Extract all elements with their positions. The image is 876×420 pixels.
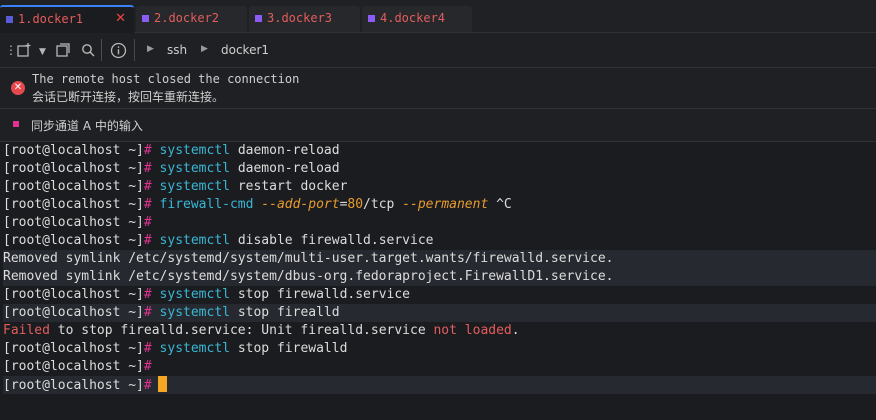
prompt-hash: # [143,179,152,194]
sync-input-bar[interactable]: 同步通道 A 中的输入 [0,109,876,142]
output-text: Removed symlink /etc/systemd/system/dbus… [3,269,614,284]
toolbar-divider [101,39,102,61]
command: systemctl [151,233,230,248]
terminal-line: [root@localhost ~]# systemctl stop firew… [3,286,876,304]
prompt-hash: # [143,197,152,212]
protocol: /tcp [363,197,403,212]
terminal-line: [root@localhost ~]# firewall-cmd --add-p… [3,196,876,214]
info-icon[interactable] [110,42,127,63]
session-square-icon [255,15,262,22]
prompt-hash: # [143,287,152,302]
prompt-hash: # [143,161,152,176]
command-args: stop firealld [230,305,340,320]
connection-notice[interactable]: ✕ The remote host closed the connection … [0,68,876,109]
session-square-icon [142,15,149,22]
command: systemctl [151,305,230,320]
terminal-line: [root@localhost ~]# [3,214,876,232]
prompt: [root@localhost ~] [3,233,144,248]
prompt: [root@localhost ~] [3,197,144,212]
search-icon[interactable] [80,42,96,62]
tab-label: 1.docker1 [18,12,84,26]
breadcrumb-ssh[interactable]: ssh [167,43,187,57]
terminal-line: [root@localhost ~]# systemctl daemon-rel… [3,160,876,178]
prompt-hash: # [143,233,152,248]
command-args: restart docker [230,179,348,194]
tab-label: 3.docker3 [267,11,333,25]
prompt: [root@localhost ~] [3,143,144,158]
command: systemctl [151,287,230,302]
prompt-hash: # [143,378,152,393]
sync-color-icon [13,121,19,127]
error-text: . [511,323,520,338]
terminal-line: [root@localhost ~]# systemctl stop firew… [3,340,876,358]
command: systemctl [151,143,230,158]
tab-docker2[interactable]: 2.docker2 [136,6,247,32]
terminal-line: Removed symlink /etc/systemd/system/dbus… [3,268,876,286]
prompt-hash: # [143,359,152,374]
close-icon[interactable]: ✕ [115,11,126,26]
error-icon: ✕ [11,81,25,95]
sync-label: 同步通道 A 中的输入 [31,119,143,133]
prompt-hash: # [143,215,152,230]
dropdown-icon[interactable]: ▼ [39,44,46,60]
terminal-output[interactable]: [root@localhost ~]# systemctl daemon-rel… [0,142,876,420]
terminal-line: [root@localhost ~]# [3,376,876,394]
error-text: to stop firealld.service: Unit firealld.… [49,323,434,338]
breadcrumb: ▶ ssh ▶ docker1 [134,39,865,61]
notice-line-2: 会话已断开连接，按回车重新连接。 [32,90,225,104]
prompt-hash: # [143,143,152,158]
command: systemctl [151,179,230,194]
prompt: [root@localhost ~] [3,341,144,356]
toolbar: ⋮ ▼ ▶ ssh ▶ docker1 [0,33,876,68]
prompt: [root@localhost ~] [3,378,144,393]
tab-docker1[interactable]: 1.docker1 ✕ [0,5,134,34]
notice-line-1: The remote host closed the connection [32,72,300,86]
command-args: stop firewalld.service [230,287,411,302]
option-flag: --add-port [253,197,340,212]
option-flag: --permanent [402,197,489,212]
prompt: [root@localhost ~] [3,287,144,302]
terminal-line: [root@localhost ~]# systemctl restart do… [3,178,876,196]
chevron-right-icon: ▶ [201,44,208,54]
command-args: daemon-reload [230,143,340,158]
session-square-icon [368,15,375,22]
command: systemctl [151,161,230,176]
tab-docker4[interactable]: 4.docker4 [362,6,472,32]
terminal-cursor [157,376,167,392]
command: systemctl [151,341,230,356]
tab-label: 2.docker2 [154,11,220,25]
command: firewall-cmd [151,197,254,212]
error-word: Failed [3,323,50,338]
terminal-line: [root@localhost ~]# systemctl stop firea… [3,304,876,322]
terminal-line: [root@localhost ~]# [3,358,876,376]
prompt: [root@localhost ~] [3,161,144,176]
chevron-right-icon: ▶ [147,44,154,54]
interrupt: ^C [488,197,512,212]
prompt: [root@localhost ~] [3,359,144,374]
session-square-icon [6,16,13,23]
terminal-line: [root@localhost ~]# systemctl disable fi… [3,232,876,250]
new-tab-icon[interactable] [16,42,32,62]
prompt-hash: # [143,341,152,356]
command-args: stop firewalld [230,341,348,356]
tab-label: 4.docker4 [380,11,446,25]
port-number: 80 [347,197,364,212]
command-args: daemon-reload [230,161,340,176]
prompt: [root@localhost ~] [3,305,144,320]
terminal-line: Failed to stop firealld.service: Unit fi… [3,322,876,340]
error-word: not loaded [433,323,512,338]
command-args: disable firewalld.service [230,233,434,248]
prompt: [root@localhost ~] [3,215,144,230]
terminal-line: Removed symlink /etc/systemd/system/mult… [3,250,876,268]
tab-docker3[interactable]: 3.docker3 [249,6,360,32]
tab-bar: 1.docker1 ✕ 2.docker2 3.docker3 4.docker… [0,0,876,34]
output-text: Removed symlink /etc/systemd/system/mult… [3,251,614,266]
duplicate-icon[interactable] [55,42,71,62]
terminal-line: [root@localhost ~]# systemctl daemon-rel… [3,142,876,160]
prompt: [root@localhost ~] [3,179,144,194]
prompt-hash: # [143,305,152,320]
breadcrumb-docker1[interactable]: docker1 [221,43,269,57]
